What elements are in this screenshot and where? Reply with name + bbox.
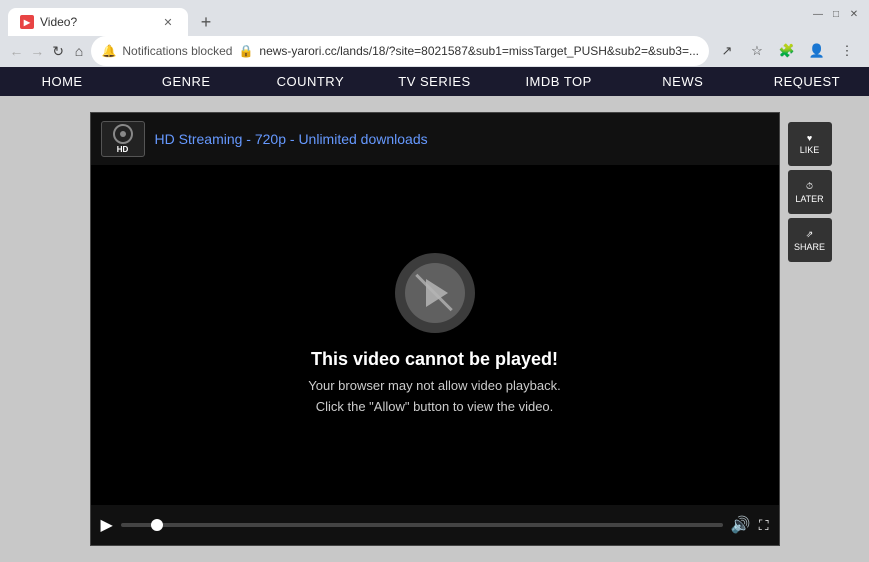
- page-nav: HOME GENRE COUNTRY TV SERIES IMDB TOP NE…: [0, 67, 869, 96]
- tab-title: Video?: [40, 15, 154, 29]
- browser-tab[interactable]: ▶ Video? ✕: [8, 8, 188, 36]
- error-text: This video cannot be played! Your browse…: [308, 349, 560, 418]
- later-icon: ⏱: [806, 181, 813, 192]
- nav-item-news[interactable]: NEWS: [621, 67, 745, 96]
- nav-item-home[interactable]: HOME: [0, 67, 124, 96]
- window-controls: — □ ✕: [811, 7, 861, 29]
- tab-favicon: ▶: [20, 15, 34, 29]
- like-label: LIKE: [800, 145, 820, 155]
- like-icon: ♥: [807, 133, 812, 143]
- progress-bar[interactable]: [121, 523, 723, 527]
- hd-icon: HD: [101, 121, 145, 157]
- extensions-button[interactable]: 🧩: [773, 37, 801, 65]
- nav-item-genre[interactable]: GENRE: [124, 67, 248, 96]
- progress-thumb: [151, 519, 163, 531]
- share-button[interactable]: ↗: [713, 37, 741, 65]
- nav-item-imdb-top[interactable]: IMDB TOP: [497, 67, 621, 96]
- address-bar[interactable]: 🔔 Notifications blocked 🔒 news-yarori.cc…: [91, 36, 709, 66]
- error-line1: Your browser may not allow video playbac…: [308, 378, 560, 393]
- notification-blocked-label: Notifications blocked: [122, 44, 232, 58]
- like-button[interactable]: ♥ LIKE: [788, 122, 832, 166]
- browser-frame: ▶ Video? ✕ + — □ ✕ ← → ↻ ⌂ 🔔 Notificatio…: [0, 0, 869, 562]
- home-button[interactable]: ⌂: [71, 37, 88, 65]
- video-body: This video cannot be played! Your browse…: [91, 165, 779, 505]
- error-line2: Click the "Allow" button to view the vid…: [316, 399, 554, 414]
- video-header: HD HD Streaming - 720p - Unlimited downl…: [91, 113, 779, 165]
- new-tab-button[interactable]: +: [192, 8, 220, 36]
- url-text: news-yarori.cc/lands/18/?site=8021587&su…: [259, 44, 699, 58]
- fullscreen-button[interactable]: ⛶: [759, 517, 769, 534]
- share-video-button[interactable]: ⇗ SHARE: [788, 218, 832, 262]
- tab-bar: ▶ Video? ✕ +: [8, 0, 220, 36]
- nav-item-request[interactable]: REQUEST: [745, 67, 869, 96]
- play-button[interactable]: ▶: [101, 515, 113, 535]
- refresh-button[interactable]: ↻: [50, 37, 67, 65]
- film-reel-icon: [113, 124, 133, 144]
- title-bar: ▶ Video? ✕ + — □ ✕: [0, 0, 869, 36]
- lock-icon: 🔔: [101, 44, 116, 58]
- volume-button[interactable]: 🔊: [731, 515, 751, 535]
- nav-item-country[interactable]: COUNTRY: [248, 67, 372, 96]
- content-area: HD HD Streaming - 720p - Unlimited downl…: [0, 96, 869, 562]
- share-label: SHARE: [794, 242, 825, 252]
- nav-item-tv-series[interactable]: TV SERIES: [372, 67, 496, 96]
- video-wrapper: HD HD Streaming - 720p - Unlimited downl…: [90, 112, 780, 546]
- bookmark-button[interactable]: ☆: [743, 37, 771, 65]
- forward-button[interactable]: →: [29, 37, 46, 65]
- nav-bar: ← → ↻ ⌂ 🔔 Notifications blocked 🔒 news-y…: [0, 36, 869, 67]
- hd-label: HD: [117, 145, 129, 154]
- video-sidebar: ♥ LIKE ⏱ LATER ⇗ SHARE: [788, 122, 832, 262]
- video-title: HD Streaming - 720p - Unlimited download…: [155, 131, 428, 147]
- close-button[interactable]: ✕: [847, 7, 861, 21]
- menu-button[interactable]: ⋮: [833, 37, 861, 65]
- play-blocked-inner: [405, 263, 465, 323]
- maximize-button[interactable]: □: [829, 7, 843, 21]
- security-icon: 🔒: [238, 44, 253, 58]
- later-label: LATER: [795, 194, 823, 204]
- back-button[interactable]: ←: [8, 37, 25, 65]
- minimize-button[interactable]: —: [811, 7, 825, 21]
- play-blocked-icon: [395, 253, 475, 333]
- profile-button[interactable]: 👤: [803, 37, 831, 65]
- video-controls: ▶ 🔊 ⛶: [91, 505, 779, 545]
- error-main-text: This video cannot be played!: [308, 349, 560, 370]
- nav-actions: ↗ ☆ 🧩 👤 ⋮: [713, 37, 861, 65]
- share-icon: ⇗: [806, 229, 814, 240]
- video-player: HD HD Streaming - 720p - Unlimited downl…: [90, 112, 780, 546]
- error-sub-text: Your browser may not allow video playbac…: [308, 376, 560, 418]
- watch-later-button[interactable]: ⏱ LATER: [788, 170, 832, 214]
- tab-close-button[interactable]: ✕: [160, 14, 176, 30]
